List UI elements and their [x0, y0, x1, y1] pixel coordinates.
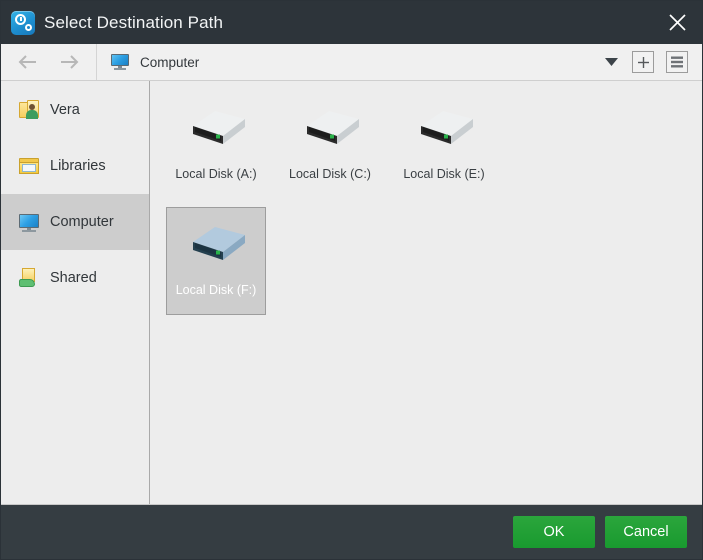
forward-button[interactable]	[52, 48, 86, 76]
drive-tile-f[interactable]: Local Disk (F:)	[166, 207, 266, 315]
sidebar-item-libraries[interactable]: Libraries	[1, 138, 149, 194]
drive-label: Local Disk (C:)	[289, 167, 371, 181]
drive-label: Local Disk (F:)	[175, 283, 257, 297]
sidebar-item-label: Computer	[50, 214, 114, 230]
sidebar-item-computer[interactable]: Computer	[1, 194, 149, 250]
title-bar: Select Destination Path	[1, 1, 702, 44]
hard-drive-icon	[183, 100, 249, 154]
sidebar-item-shared[interactable]: Shared	[1, 250, 149, 306]
clock-gear-icon	[11, 10, 35, 35]
sidebar-item-label: Vera	[50, 102, 80, 118]
drive-tile-a[interactable]: Local Disk (A:)	[166, 91, 266, 199]
libraries-icon	[18, 156, 40, 176]
computer-monitor-icon	[18, 212, 40, 232]
dialog-body: Vera Libraries Computer Shared Local Dis…	[1, 81, 702, 505]
shared-folder-icon	[18, 268, 40, 288]
list-view-icon	[671, 56, 683, 68]
view-mode-button[interactable]	[666, 51, 688, 73]
window-title: Select Destination Path	[44, 13, 224, 32]
drive-label: Local Disk (A:)	[175, 167, 257, 181]
cancel-button[interactable]: Cancel	[605, 516, 687, 548]
plus-icon	[637, 56, 649, 68]
toolbar: Computer	[1, 44, 702, 81]
arrow-left-icon	[18, 55, 36, 69]
back-button[interactable]	[11, 48, 45, 76]
navigation-buttons	[1, 44, 97, 80]
new-folder-button[interactable]	[632, 51, 654, 73]
breadcrumb[interactable]: Computer	[97, 44, 598, 80]
select-destination-path-dialog: Select Destination Path Computer Vera Li…	[0, 0, 703, 560]
user-folder-icon	[18, 100, 40, 120]
close-icon[interactable]	[652, 1, 702, 44]
sidebar-item-vera[interactable]: Vera	[1, 82, 149, 138]
hard-drive-icon	[297, 100, 363, 154]
drive-tile-e[interactable]: Local Disk (E:)	[394, 91, 494, 199]
breadcrumb-label: Computer	[140, 54, 200, 70]
hard-drive-icon	[183, 216, 249, 270]
sidebar: Vera Libraries Computer Shared	[1, 81, 150, 504]
file-grid: Local Disk (A:) Local Disk (C:) Local Di…	[150, 81, 702, 504]
computer-monitor-icon	[111, 54, 129, 70]
sidebar-item-label: Shared	[50, 270, 97, 286]
footer: OK Cancel	[1, 505, 702, 559]
drive-tile-c[interactable]: Local Disk (C:)	[280, 91, 380, 199]
ok-button[interactable]: OK	[513, 516, 595, 548]
chevron-down-icon[interactable]	[598, 44, 624, 80]
sidebar-item-label: Libraries	[50, 158, 106, 174]
hard-drive-icon	[411, 100, 477, 154]
arrow-right-icon	[61, 55, 79, 69]
drive-label: Local Disk (E:)	[403, 167, 485, 181]
